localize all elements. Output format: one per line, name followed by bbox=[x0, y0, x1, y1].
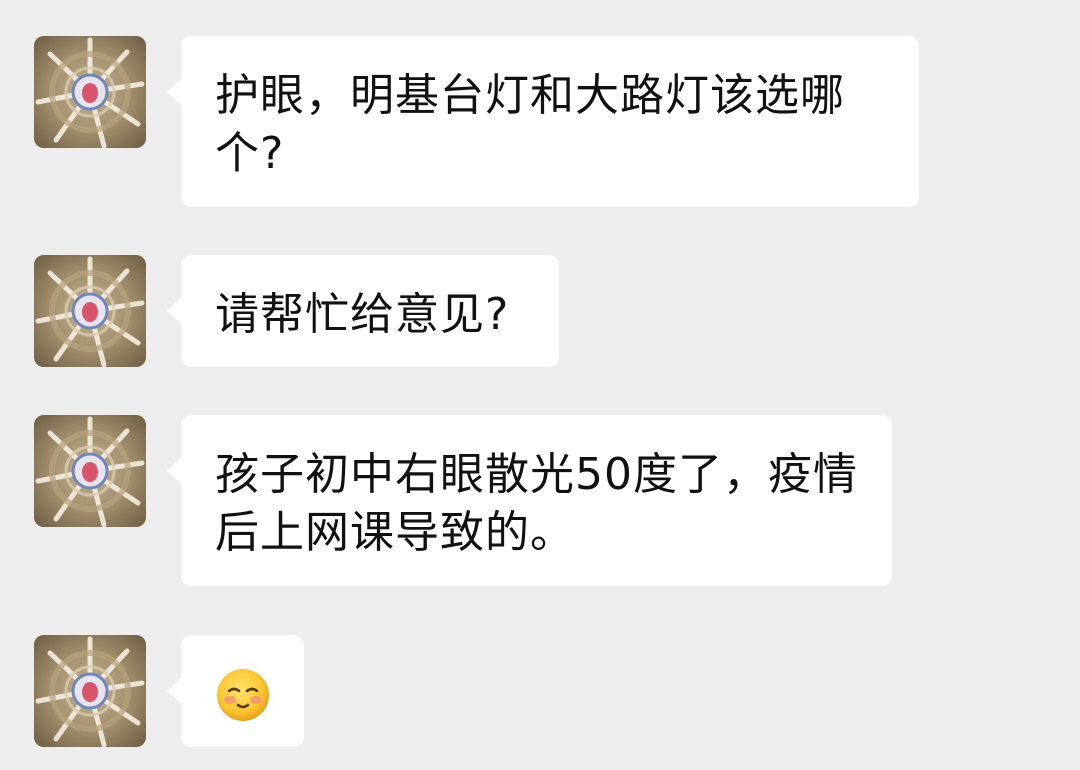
message-text: 孩子初中右眼散光50度了，疫情后上网课导致的。 bbox=[215, 449, 858, 558]
avatar[interactable] bbox=[34, 635, 146, 747]
avatar[interactable] bbox=[34, 415, 146, 527]
message-bubble[interactable] bbox=[167, 635, 304, 747]
pensive-smile-emoji-icon bbox=[215, 667, 271, 723]
avatar[interactable] bbox=[34, 255, 146, 367]
message-text: 请帮忙给意见? bbox=[215, 289, 510, 340]
avatar[interactable] bbox=[34, 36, 146, 148]
message-bubble[interactable]: 孩子初中右眼散光50度了，疫情后上网课导致的。 bbox=[167, 415, 892, 586]
message-text: 护眼，明基台灯和大路灯该选哪个? bbox=[215, 70, 845, 179]
message-bubble[interactable]: 请帮忙给意见? bbox=[167, 255, 559, 367]
message-bubble[interactable]: 护眼，明基台灯和大路灯该选哪个? bbox=[167, 36, 919, 207]
chat-view: 护眼，明基台灯和大路灯该选哪个? 请帮忙给意见? 孩子初中右眼散光50度了，疫情… bbox=[0, 0, 1080, 770]
